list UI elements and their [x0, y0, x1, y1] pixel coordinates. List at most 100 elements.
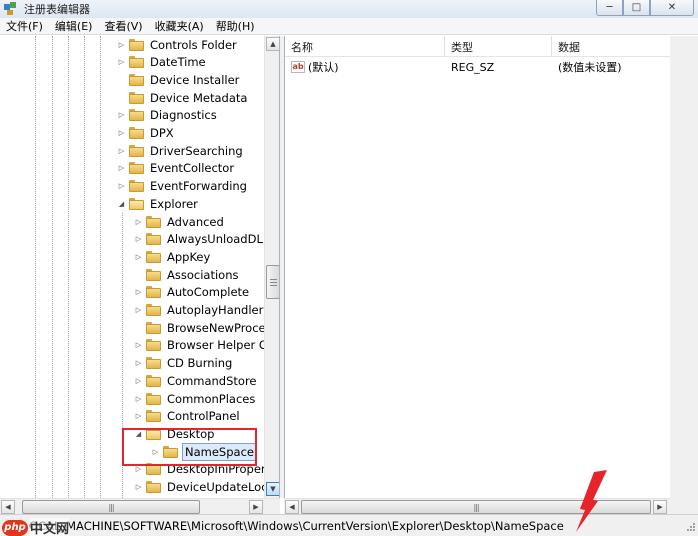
expand-arrow-icon[interactable]: ▷	[134, 483, 143, 492]
watermark-text: 中文网	[30, 518, 70, 536]
annotation-arrow-icon	[576, 470, 607, 532]
value-row[interactable]: ab (默认) REG_SZ (数值未设置)	[285, 58, 670, 76]
expand-arrow-icon[interactable]: ▷	[134, 465, 143, 474]
folder-icon	[129, 144, 144, 157]
tree-item-label: EventForwarding	[150, 179, 247, 194]
expand-arrow-icon[interactable]: ▷	[117, 129, 126, 138]
folder-icon	[146, 321, 161, 334]
values-scroll-right-button[interactable]: ▶	[653, 500, 667, 514]
tree-item[interactable]: ▷ CD Burning	[134, 355, 234, 372]
expand-arrow-icon[interactable]: ▷	[134, 376, 143, 385]
registry-values-pane[interactable]: 名称 类型 数据 ab (默认) REG_SZ (数值未设置)	[284, 36, 670, 498]
scroll-down-button[interactable]: ▼	[266, 482, 279, 496]
tree-item[interactable]: Device Installer	[117, 71, 241, 88]
tree-item-label: AppKey	[167, 249, 211, 264]
values-list-header: 名称 类型 数据	[285, 36, 670, 57]
folder-icon	[146, 410, 161, 423]
tree-item[interactable]: ▷ AutoplayHandlers	[134, 302, 271, 319]
expand-arrow-icon[interactable]: ▷	[134, 235, 143, 244]
tree-item[interactable]: ▷ CommonPlaces	[134, 390, 257, 407]
value-name-cell: ab (默认)	[291, 58, 441, 76]
folder-icon	[146, 304, 161, 316]
tree-item[interactable]: ▷ CommandStore	[134, 372, 259, 389]
expand-arrow-icon[interactable]: ▷	[134, 252, 143, 261]
tree-item-label: CD Burning	[167, 356, 233, 371]
folder-icon	[146, 481, 161, 493]
tree-item[interactable]: ▷ EventForwarding	[117, 178, 249, 195]
folder-icon	[146, 250, 161, 263]
tree-item[interactable]: ▷ DPX	[117, 125, 176, 142]
tree-item[interactable]: ▷ ControlPanel	[134, 408, 242, 425]
tree-item[interactable]: ▷ AppKey	[134, 248, 212, 265]
expand-arrow-icon[interactable]: ▷	[134, 341, 143, 350]
expand-arrow-icon[interactable]: ▷	[134, 412, 143, 421]
tree-item[interactable]: ▷ DriverSearching	[117, 142, 245, 159]
folder-icon	[146, 215, 161, 228]
close-button[interactable]: ✕	[650, 0, 694, 16]
menu-edit[interactable]: 编辑(E)	[49, 18, 99, 34]
expand-arrow-icon[interactable]: ▷	[134, 306, 143, 315]
tree-item-label: Explorer	[150, 196, 198, 211]
resize-grip-icon[interactable]	[684, 522, 696, 534]
menu-file[interactable]: 文件(F)	[0, 18, 49, 34]
title-bar: 注册表编辑器 ─ □ ✕	[0, 0, 698, 18]
expand-arrow-icon[interactable]: ▷	[117, 182, 126, 191]
tree-item[interactable]: Device Metadata	[117, 89, 249, 106]
tree-item-label: AutoplayHandlers	[167, 303, 270, 317]
maximize-button[interactable]: □	[623, 0, 650, 16]
folder-open-icon	[129, 197, 144, 210]
expand-arrow-icon[interactable]: ▷	[117, 164, 126, 173]
tree-item[interactable]: BrowseNewProcess	[134, 319, 279, 336]
window-right-edge	[670, 36, 698, 514]
tree-item[interactable]: ◢ Explorer	[117, 195, 200, 212]
tree-item[interactable]: ▷ DeviceUpdateLocati	[134, 479, 279, 496]
menu-help[interactable]: 帮助(H)	[210, 18, 261, 34]
scroll-up-button[interactable]: ▲	[266, 37, 279, 51]
value-name: (默认)	[308, 61, 339, 74]
minimize-button[interactable]: ─	[596, 0, 623, 16]
column-header-data[interactable]: 数据	[552, 36, 670, 57]
tree-item[interactable]: ▷ DateTime	[117, 54, 208, 71]
expand-arrow-icon[interactable]: ▷	[117, 58, 126, 67]
tree-item[interactable]: ▷ Controls Folder	[117, 36, 239, 53]
tree-item[interactable]: Associations	[134, 266, 240, 283]
menu-view[interactable]: 查看(V)	[98, 18, 148, 34]
collapse-arrow-icon[interactable]: ◢	[117, 199, 126, 208]
expand-arrow-icon[interactable]: ▷	[134, 394, 143, 403]
expand-arrow-icon[interactable]: ▷	[134, 217, 143, 226]
tree-item-label: Browser Helper Obj	[167, 338, 279, 353]
tree-item[interactable]: ▷ Diagnostics	[117, 107, 219, 124]
site-watermark: php 中文网	[2, 518, 70, 536]
tree-item-label: DPX	[150, 126, 174, 140]
tree-vertical-scrollbar[interactable]: ▲ ▼	[264, 36, 279, 498]
folder-icon	[146, 268, 161, 281]
folder-icon	[146, 392, 161, 405]
values-scroll-left-button[interactable]: ◀	[285, 500, 299, 514]
tree-item-label: Associations	[167, 267, 239, 282]
expand-arrow-icon[interactable]: ▷	[117, 40, 126, 49]
tree-item[interactable]: ▷ Browser Helper Obj	[134, 337, 279, 354]
menu-favorites[interactable]: 收藏夹(A)	[149, 18, 210, 34]
regedit-app-icon	[4, 2, 18, 16]
tree-item-label: DateTime	[150, 55, 206, 70]
tree-scroll-left-button[interactable]: ◀	[1, 500, 15, 514]
folder-icon	[129, 162, 144, 175]
expand-arrow-icon[interactable]: ▷	[134, 359, 143, 368]
tree-item[interactable]: ▷ EventCollector	[117, 160, 236, 177]
string-value-icon: ab	[291, 61, 305, 73]
tree-item[interactable]: ▷ AlwaysUnloadDLL	[134, 231, 271, 248]
expand-arrow-icon[interactable]: ▷	[134, 288, 143, 297]
tree-item[interactable]: ▷ AutoComplete	[134, 284, 251, 301]
annotation-highlight-box	[122, 428, 257, 466]
column-header-name[interactable]: 名称	[285, 36, 445, 57]
tree-item[interactable]: ▷ Advanced	[134, 213, 226, 230]
tree-scroll-thumb[interactable]	[266, 265, 279, 299]
expand-arrow-icon[interactable]: ▷	[117, 146, 126, 155]
tree-guide-line	[35, 36, 36, 498]
tree-horizontal-scrollbar[interactable]: ◀ ||| ▶	[0, 498, 280, 514]
expand-arrow-icon[interactable]: ▷	[117, 111, 126, 120]
tree-hscroll-thumb[interactable]: |||	[22, 500, 200, 514]
column-header-type[interactable]: 类型	[445, 36, 552, 57]
tree-item-label: Controls Folder	[150, 37, 237, 52]
tree-scroll-right-button[interactable]: ▶	[249, 500, 263, 514]
